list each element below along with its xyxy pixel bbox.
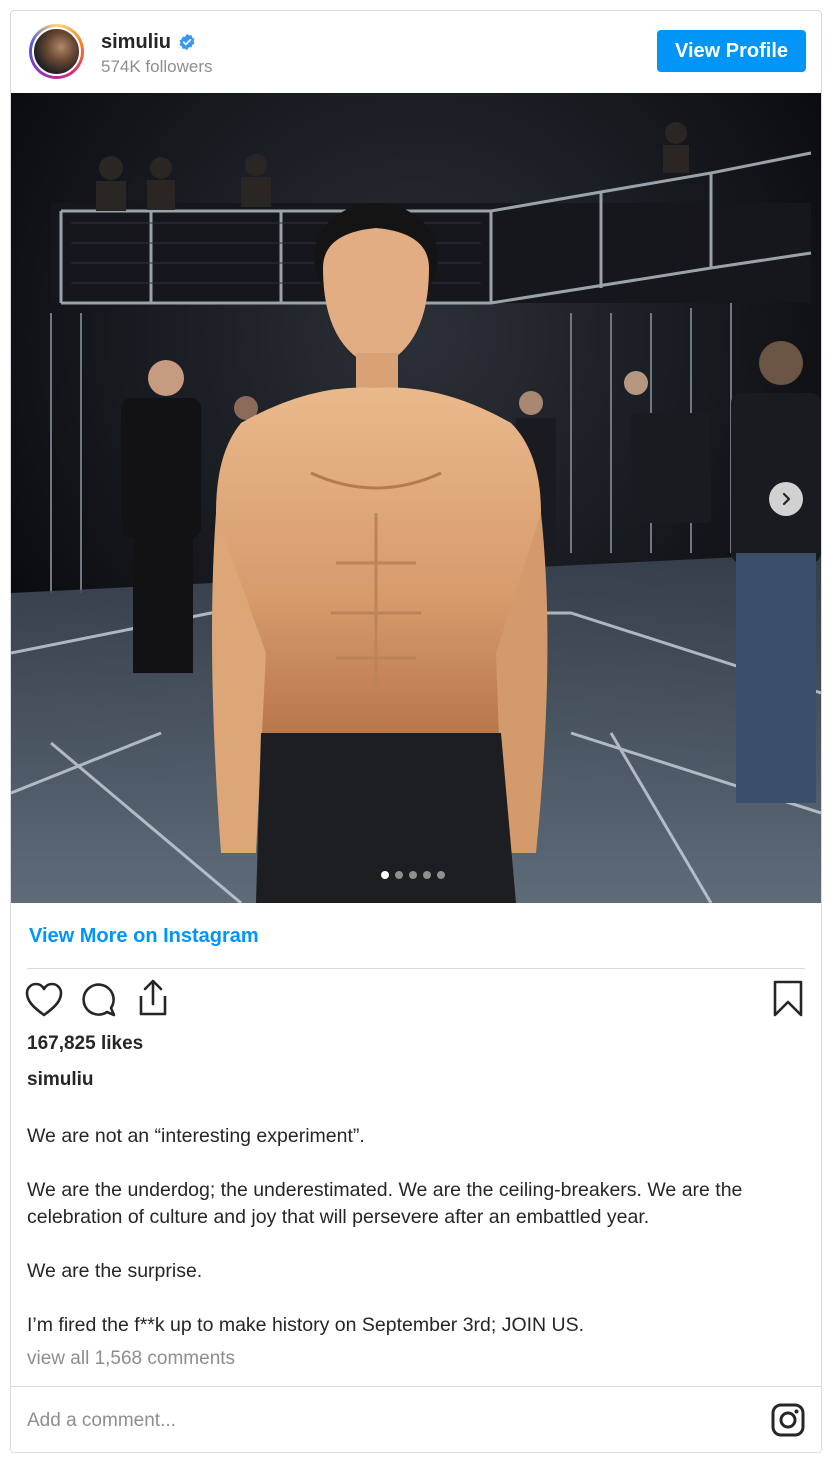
header-username[interactable]: simuliu: [101, 31, 171, 54]
verified-badge-icon: [179, 33, 195, 51]
carousel-dot: [437, 871, 445, 879]
caption-username[interactable]: simuliu: [27, 1069, 94, 1091]
footer-divider: [11, 1386, 821, 1387]
carousel-dot: [381, 871, 389, 879]
carousel-dot: [423, 871, 431, 879]
caption-paragraph: We are not an “interesting experiment”.: [27, 1125, 365, 1147]
chevron-right-icon: [782, 492, 791, 506]
caption: We are not an “interesting experiment”. …: [27, 1123, 807, 1366]
view-profile-button[interactable]: View Profile: [657, 30, 806, 72]
avatar-image: [32, 27, 81, 76]
view-more-link[interactable]: View More on Instagram: [29, 925, 259, 948]
post-photo[interactable]: [11, 93, 821, 903]
carousel-next-button[interactable]: [769, 482, 803, 516]
followers-count: 574K followers: [101, 57, 213, 76]
caption-paragraph: We are the surprise.: [27, 1260, 203, 1282]
carousel-dot: [409, 871, 417, 879]
photo-illustration: [11, 93, 821, 903]
share-icon[interactable]: [135, 979, 171, 1017]
carousel-dot: [395, 871, 403, 879]
bookmark-icon[interactable]: [772, 980, 804, 1018]
divider: [27, 968, 805, 969]
avatar[interactable]: [29, 24, 84, 79]
comment-bubble-icon[interactable]: [80, 981, 116, 1017]
post-header: simuliu 574K followers View Profile: [11, 11, 821, 93]
caption-paragraph: We are the underdog; the underestimated.…: [27, 1179, 743, 1228]
heart-icon[interactable]: [25, 982, 63, 1018]
likes-count[interactable]: 167,825 likes: [27, 1033, 143, 1055]
view-comments-link[interactable]: view all 1,568 comments: [27, 1348, 235, 1370]
instagram-embed-card: simuliu 574K followers View Profile View…: [10, 10, 822, 1453]
caption-paragraph: I’m fired the f**k up to make history on…: [27, 1314, 585, 1336]
carousel-indicator: [381, 871, 445, 879]
add-comment-input[interactable]: Add a comment...: [27, 1410, 176, 1432]
instagram-icon[interactable]: [770, 1402, 806, 1438]
